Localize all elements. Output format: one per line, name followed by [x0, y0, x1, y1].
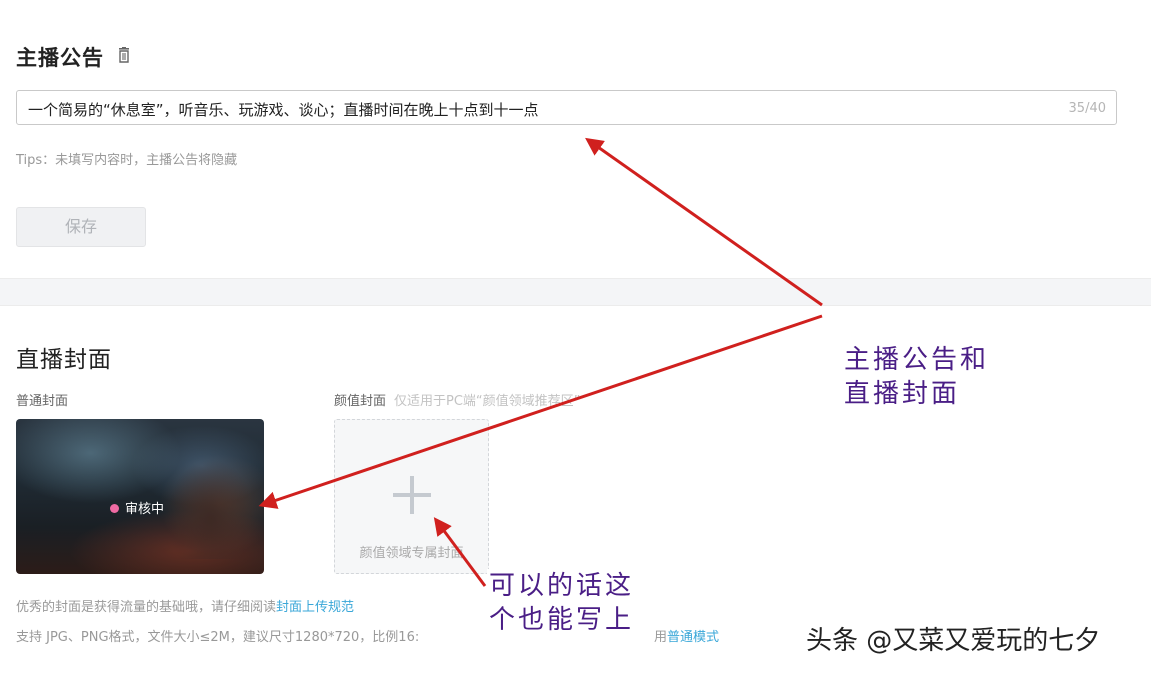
arrow-to-announcement	[585, 137, 823, 307]
annotation-note2-line1: 可以的话这	[489, 571, 635, 601]
annotation-note-line2: 直播封面	[844, 379, 961, 409]
annotation-note-sub: 可以的话这 个也能写上	[487, 569, 639, 637]
watermark: 头条 @又菜又爱玩的七夕	[806, 626, 1101, 656]
annotation-note-line1: 主播公告和	[844, 345, 990, 375]
annotation-note2-line2: 个也能写上	[489, 605, 635, 635]
arrow-to-cover	[258, 314, 823, 509]
arrow-to-upload	[433, 517, 487, 587]
annotation-note-main: 主播公告和 直播封面	[844, 343, 989, 411]
